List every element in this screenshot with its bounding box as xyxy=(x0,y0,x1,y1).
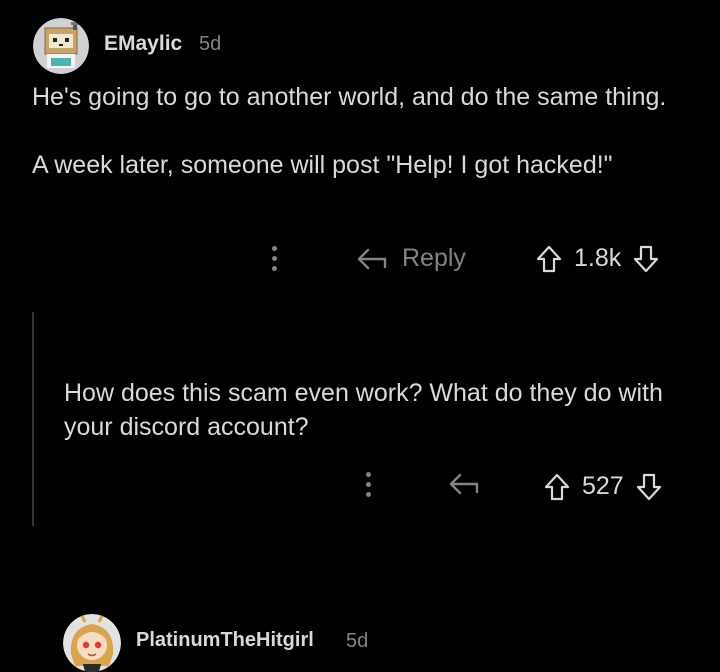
comment-actions: 527 xyxy=(0,466,720,506)
comment-body: He's going to go to another world, and d… xyxy=(32,80,692,182)
comment-paragraph: A week later, someone will post "Help! I… xyxy=(32,151,613,179)
username[interactable]: EMaylic xyxy=(104,32,182,56)
avatar-box-head-icon xyxy=(33,18,89,74)
reply-arrow-icon xyxy=(449,473,479,495)
reply-arrow-icon xyxy=(357,248,387,269)
vote-controls: 1.8k xyxy=(536,244,659,273)
reply-button[interactable] xyxy=(448,472,494,496)
more-options-icon[interactable] xyxy=(366,472,372,497)
comment-paragraph: He's going to go to another world, and d… xyxy=(32,83,667,111)
comment-actions: Reply 1.8k xyxy=(0,240,720,280)
reply-label: Reply xyxy=(402,244,466,272)
reply-button[interactable]: Reply xyxy=(356,244,466,273)
comment-emaylic: EMaylic 5d He's going to go to another w… xyxy=(0,0,720,300)
vote-controls: 527 xyxy=(544,472,662,501)
upvote-arrow-icon[interactable] xyxy=(544,473,570,501)
comment-age: 5d xyxy=(346,630,369,652)
avatar[interactable] xyxy=(63,614,121,672)
comment-age: 5d xyxy=(199,33,222,55)
avatar[interactable] xyxy=(33,18,89,74)
comment-platinumthehitgirl: PlatinumTheHitgirl 5d How does this scam… xyxy=(0,300,720,672)
more-options-icon[interactable] xyxy=(272,246,278,271)
score: 1.8k xyxy=(574,244,622,272)
score: 527 xyxy=(582,472,624,500)
comment-paragraph: How does this scam even work? What do th… xyxy=(64,379,663,441)
avatar-girl-icon xyxy=(63,614,121,672)
downvote-arrow-icon[interactable] xyxy=(633,245,659,273)
comment-body: How does this scam even work? What do th… xyxy=(64,376,694,444)
downvote-arrow-icon[interactable] xyxy=(636,473,662,501)
username[interactable]: PlatinumTheHitgirl xyxy=(136,629,314,652)
upvote-arrow-icon[interactable] xyxy=(536,245,562,273)
